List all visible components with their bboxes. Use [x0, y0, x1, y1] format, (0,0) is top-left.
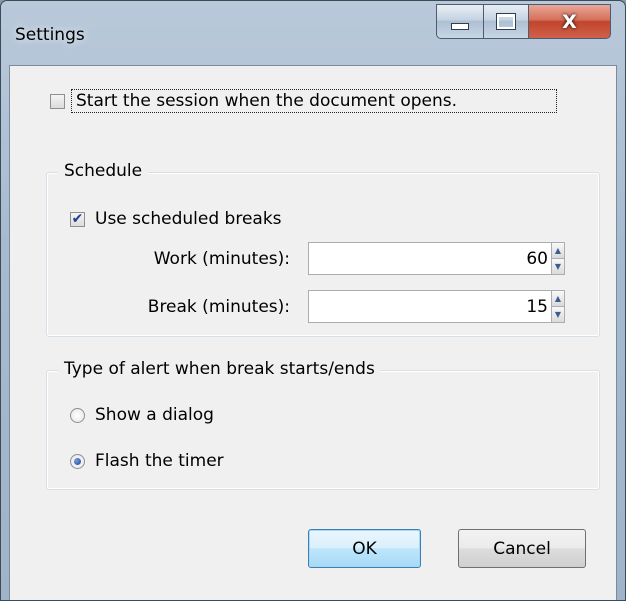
window-title: Settings: [15, 25, 85, 45]
flash-timer-label[interactable]: Flash the timer: [95, 451, 224, 471]
ok-button[interactable]: OK: [308, 529, 421, 568]
settings-window: Settings X Start the session when the do…: [0, 0, 626, 601]
use-breaks-checkbox[interactable]: ✔: [70, 211, 85, 227]
use-breaks-label[interactable]: Use scheduled breaks: [95, 209, 282, 229]
break-minutes-input[interactable]: 15: [308, 290, 551, 323]
use-breaks-option[interactable]: ✔ Use scheduled breaks: [70, 209, 282, 229]
maximize-icon: [496, 13, 516, 30]
ok-button-label: OK: [352, 538, 377, 559]
start-session-checkbox[interactable]: [50, 93, 65, 109]
spin-down-icon[interactable]: ▼: [552, 258, 564, 274]
spin-up-icon[interactable]: ▲: [552, 291, 564, 306]
title-bar[interactable]: Settings X: [1, 1, 625, 65]
break-minutes-arrows: ▲ ▼: [551, 290, 565, 323]
minimize-button[interactable]: [436, 4, 484, 39]
show-dialog-option[interactable]: Show a dialog: [70, 405, 214, 425]
close-icon: X: [562, 10, 577, 33]
spin-up-icon[interactable]: ▲: [552, 243, 564, 258]
schedule-legend: Schedule: [58, 161, 149, 181]
flash-timer-option[interactable]: Flash the timer: [70, 451, 224, 471]
work-minutes-label: Work (minutes):: [153, 249, 290, 269]
dialog-body: Start the session when the document open…: [9, 65, 617, 600]
work-minutes-input[interactable]: 60: [308, 242, 551, 275]
cancel-button-label: Cancel: [493, 538, 551, 559]
checkmark-icon: ✔: [71, 211, 84, 227]
show-dialog-label[interactable]: Show a dialog: [95, 405, 214, 425]
close-button[interactable]: X: [529, 4, 611, 39]
cancel-button[interactable]: Cancel: [458, 529, 586, 568]
alert-legend: Type of alert when break starts/ends: [58, 359, 381, 379]
break-minutes-spinner[interactable]: 15 ▲ ▼: [308, 290, 565, 323]
show-dialog-radio[interactable]: [70, 407, 85, 423]
flash-timer-radio[interactable]: [70, 453, 85, 469]
start-session-label[interactable]: Start the session when the document open…: [71, 89, 557, 113]
work-minutes-spinner[interactable]: 60 ▲ ▼: [308, 242, 565, 275]
caption-buttons: X: [436, 4, 611, 39]
break-minutes-label: Break (minutes):: [147, 297, 290, 317]
radio-selected-dot: [74, 457, 81, 465]
spin-down-icon[interactable]: ▼: [552, 306, 564, 322]
alert-group: Type of alert when break starts/ends: [46, 359, 600, 490]
minimize-icon: [451, 23, 469, 30]
work-minutes-arrows: ▲ ▼: [551, 242, 565, 275]
start-session-option[interactable]: Start the session when the document open…: [50, 89, 557, 113]
maximize-button[interactable]: [484, 4, 529, 39]
